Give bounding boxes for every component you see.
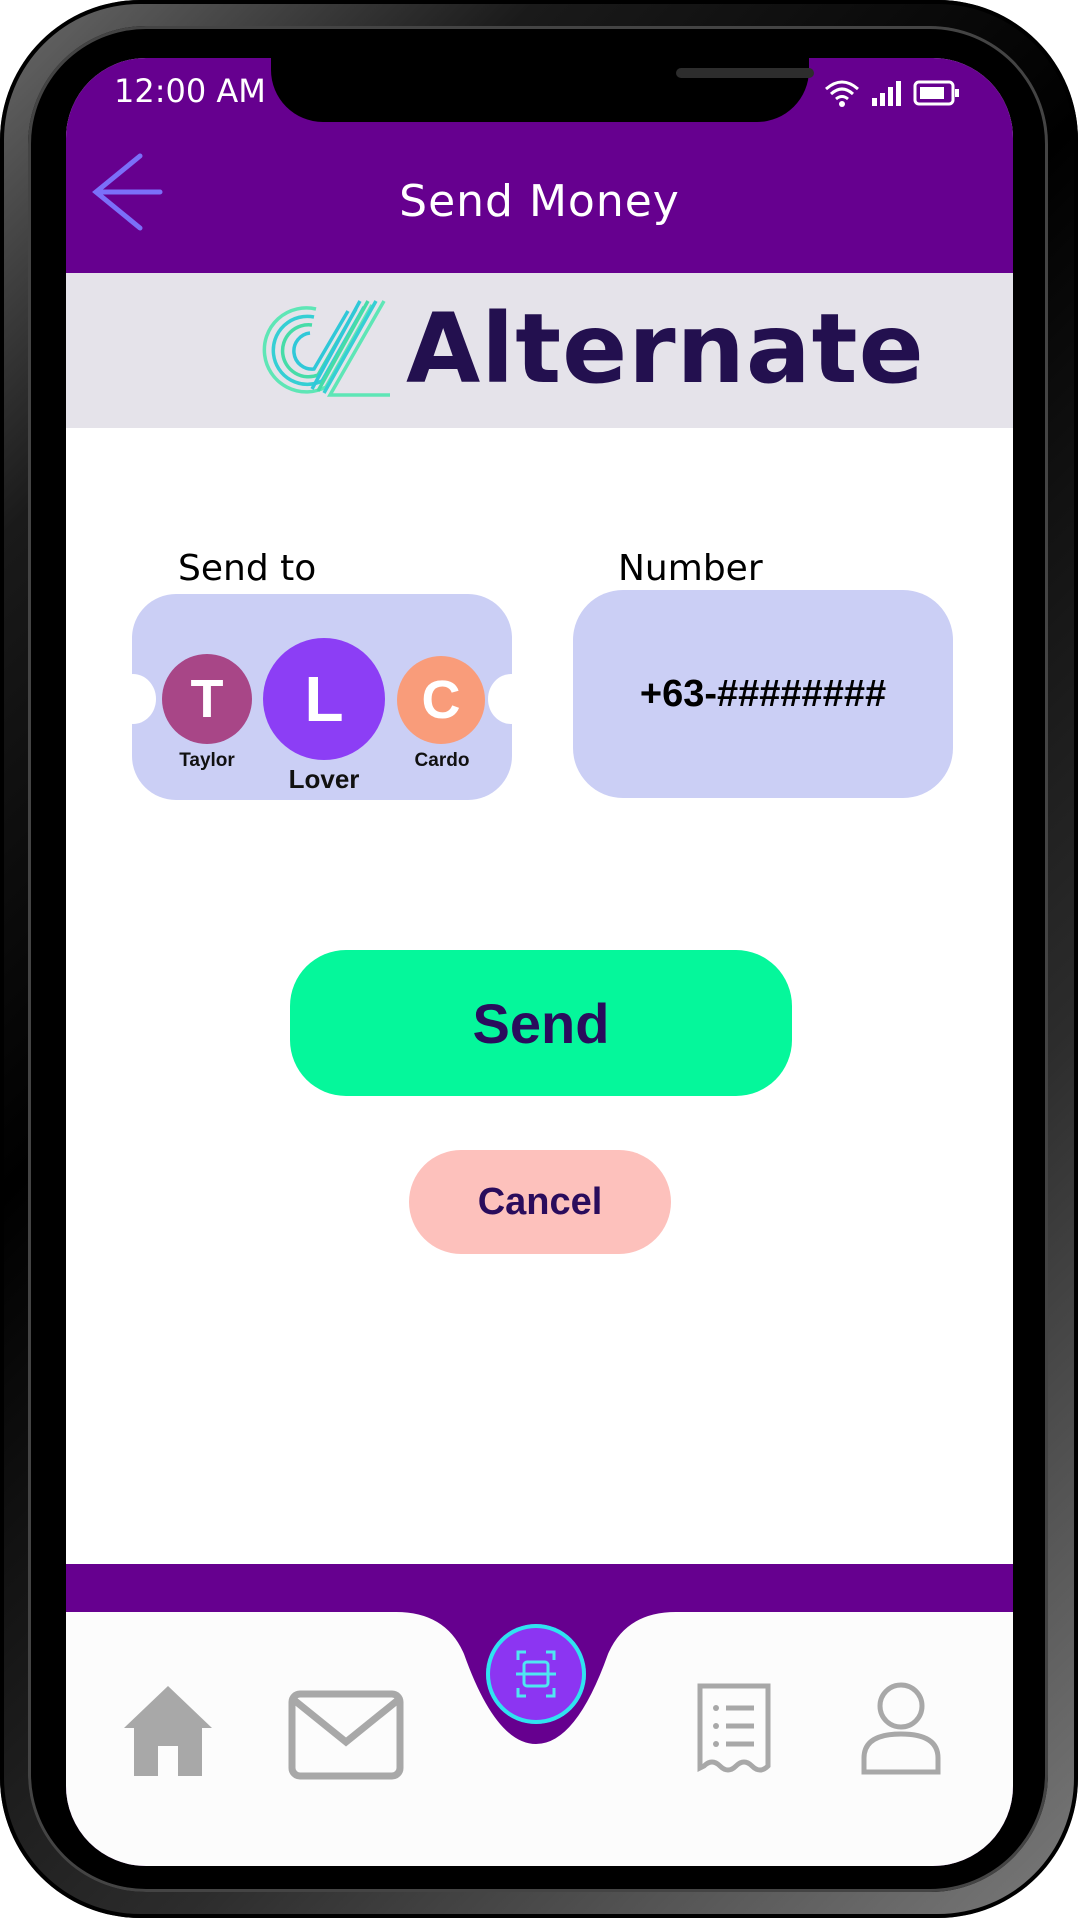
bottom-nav — [66, 1564, 1013, 1866]
send-button[interactable]: Send — [290, 950, 792, 1096]
recipient-name-taylor: Taylor — [179, 750, 235, 771]
scan-icon — [516, 1650, 556, 1698]
recipient-name-cardo: Cardo — [414, 750, 470, 771]
status-time: 12:00 AM — [114, 72, 266, 110]
wifi-icon — [825, 80, 859, 107]
cancel-button[interactable]: Cancel — [409, 1150, 671, 1254]
avatar-cardo[interactable]: C — [397, 656, 485, 744]
page-title: Send Money — [399, 176, 680, 227]
brand-name: Alternate — [406, 293, 925, 405]
phone-notch — [271, 58, 814, 122]
avatar-taylor[interactable]: T — [162, 654, 252, 744]
speaker-grille — [676, 68, 814, 78]
status-icons — [823, 78, 961, 108]
app-screen: 12:00 AM Send Money Alternate Send to Nu… — [66, 58, 1013, 1866]
app-header: 12:00 AM Send Money — [66, 58, 1013, 273]
recipient-selector[interactable]: T Taylor L Lover C Cardo — [110, 594, 534, 800]
scan-button[interactable] — [486, 1624, 586, 1724]
battery-icon — [913, 80, 959, 106]
selector-right-notch — [488, 674, 534, 724]
selector-left-notch — [110, 674, 156, 724]
phone-number-field[interactable]: +63-######## — [573, 590, 953, 798]
brand-banner: Alternate — [66, 273, 1013, 428]
signal-icon — [872, 81, 901, 106]
receipt-icon[interactable] — [696, 1682, 772, 1776]
avatar-lover[interactable]: L — [263, 638, 385, 760]
number-label: Number — [618, 548, 763, 589]
profile-icon[interactable] — [860, 1680, 942, 1776]
recipient-name-lover: Lover — [288, 764, 360, 794]
home-icon[interactable] — [122, 1682, 214, 1778]
send-to-label: Send to — [178, 548, 317, 589]
alternate-logo-icon — [262, 300, 390, 397]
mail-icon[interactable] — [288, 1690, 404, 1780]
